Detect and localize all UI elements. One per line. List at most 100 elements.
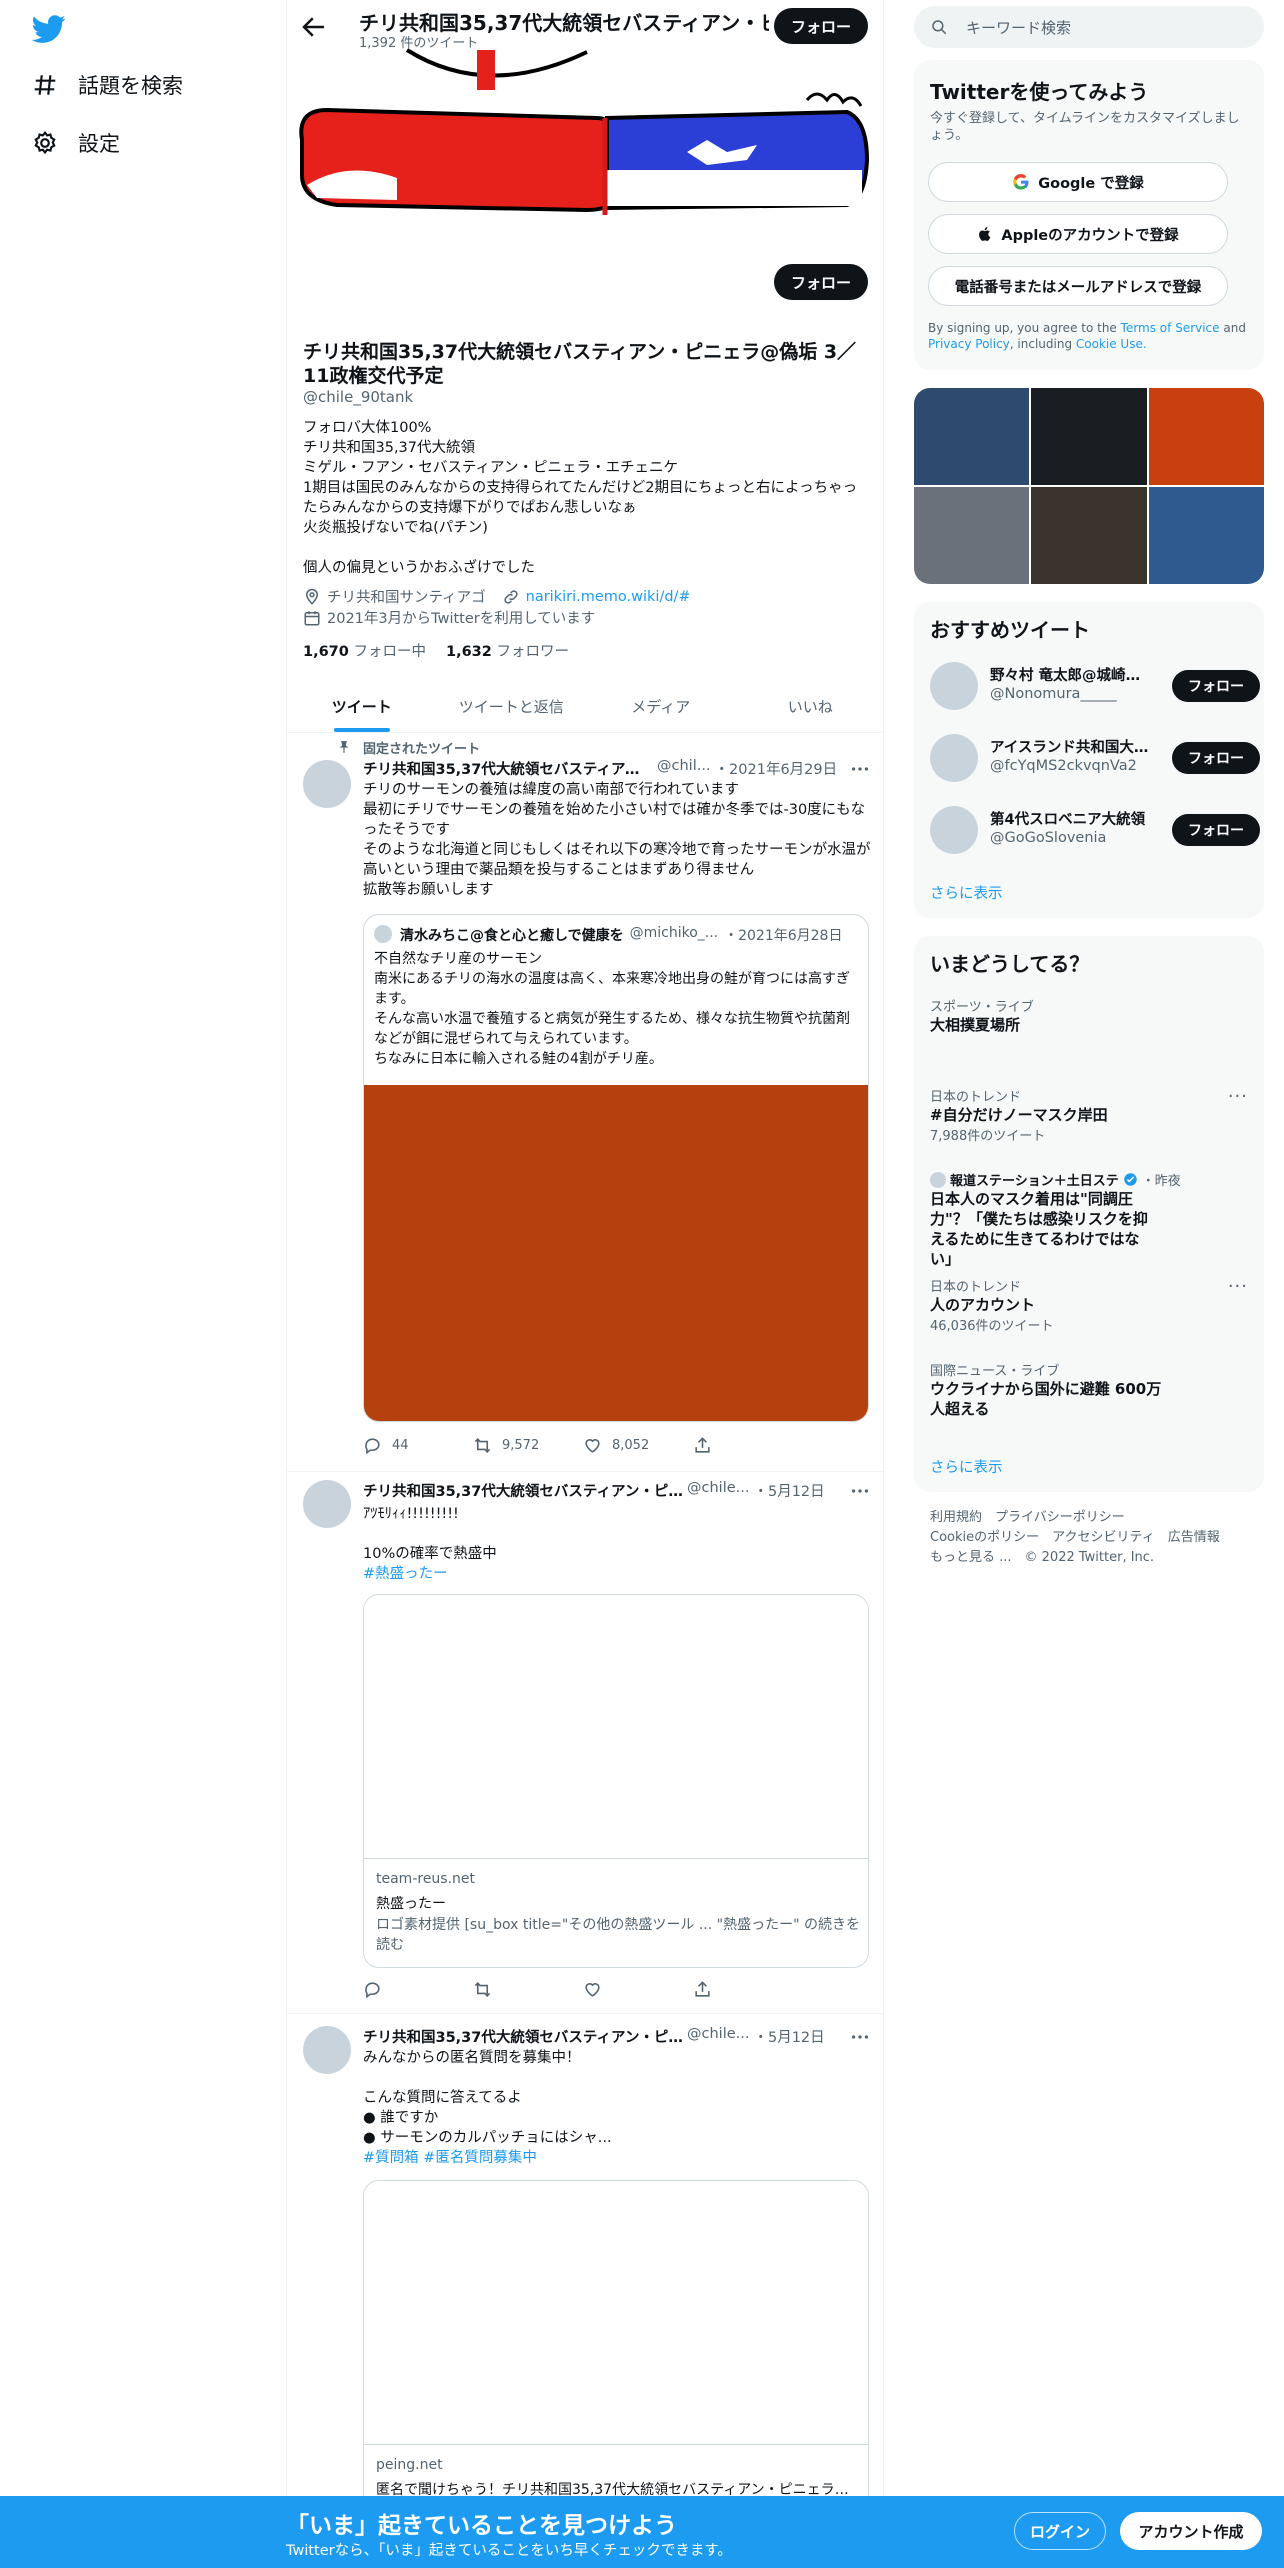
trend-item[interactable]: 報道ステーション＋土日ステ ・昨夜 日本人のマスク着用は"同調圧力"？「僕たちは…	[930, 1170, 1248, 1269]
recommended-user[interactable]: 第4代スロベニア大統領 @GoGoSlovenia フォロー	[930, 802, 1260, 858]
profile-column: チリ共和国35,37代大統領セバスティアン・ピニェラ@偽垢 3／11政権交代予定…	[286, 0, 884, 2568]
footer-line[interactable]: 利用規約 プライバシーポリシー	[930, 1508, 1260, 1528]
link-card[interactable]: team-reus.net 熱盛ったー ロゴ素材提供 [su_box title…	[363, 1594, 869, 1968]
login-button[interactable]: ログイン	[1014, 2512, 1106, 2550]
recommended-follow-button[interactable]: フォロー	[1172, 670, 1260, 702]
create-account-button[interactable]: アカウント作成	[1120, 2512, 1262, 2550]
recommended-user[interactable]: 野々村 竜太郎@城崎温泉 @Nonomura_____ フォロー	[930, 658, 1260, 714]
trend-title: 日本人のマスク着用は"同調圧力"？「僕たちは感染リスクを抑えるために生きてるわけ…	[930, 1190, 1148, 1268]
tweet-author-name[interactable]: チリ共和国35,37代大統領セバスティアン・ピニェラ@偽垢 3／11政権交代予定	[363, 2026, 683, 2047]
avatar[interactable]	[303, 2026, 351, 2074]
avatar[interactable]	[303, 760, 351, 808]
recommended-follow-button[interactable]: フォロー	[1172, 742, 1260, 774]
tab-tweets[interactable]: ツイート	[287, 680, 437, 732]
trend-count: 7,988件のツイート	[930, 1129, 1046, 1144]
search-input[interactable]: キーワード検索	[966, 17, 1071, 38]
header-follow-button[interactable]: フォロー	[774, 8, 868, 44]
cookie-link[interactable]: Cookie Use.	[1076, 337, 1147, 351]
trend-source: 報道ステーション＋土日ステ	[950, 1174, 1119, 1189]
nav-explore[interactable]: 話題を検索	[32, 70, 183, 100]
recommended-user[interactable]: アイスランド共和国大統領 @fcYqMS2ckvqnVa2 フォロー	[930, 730, 1260, 786]
recommended-show-more[interactable]: さらに表示	[930, 882, 1003, 903]
recommended-follow-button[interactable]: フォロー	[1172, 814, 1260, 846]
trend-item[interactable]: 国際ニュース・ライブ ウクライナから国外に避難 600万人超える	[930, 1360, 1248, 1419]
more-options-icon[interactable]	[849, 1480, 871, 1502]
quoted-date: ・2021年6月28日	[724, 928, 843, 944]
tweet-text: みんなからの匿名質問を募集中！ こんな質問に答えてるよ ● 誰ですか ● サーモ…	[363, 2050, 612, 2146]
profile-follow-button[interactable]: フォロー	[774, 264, 868, 300]
following-stat[interactable]: 1,670 フォロー中	[303, 640, 426, 661]
tab-tweets-replies[interactable]: ツイートと返信	[437, 680, 587, 732]
reply-button[interactable]	[363, 1980, 473, 1999]
trend-more-icon[interactable]: ···	[1228, 1276, 1248, 1297]
tweet-date[interactable]: ・5月12日	[753, 1480, 824, 1501]
footer-line[interactable]: もっと見る ... © 2022 Twitter, Inc.	[930, 1548, 1260, 1568]
retweet-button[interactable]: 9,572	[473, 1436, 583, 1455]
reply-button[interactable]: 44	[363, 1436, 473, 1455]
tab-likes[interactable]: いいね	[736, 680, 884, 732]
trend-title: #自分だけノーマスク岸田	[930, 1106, 1108, 1124]
link-card-image	[364, 2181, 868, 2445]
media-thumbnail[interactable]	[914, 487, 1030, 584]
followers-count: 1,632	[445, 644, 492, 660]
more-options-icon[interactable]	[849, 2026, 871, 2048]
share-button[interactable]	[693, 1436, 803, 1455]
profile-stats: 1,670 フォロー中 1,632 フォロワー	[303, 640, 569, 661]
media-thumbnail[interactable]	[1031, 487, 1147, 584]
twitter-logo-icon[interactable]	[32, 12, 66, 46]
tweet-header: チリ共和国35,37代大統領セバスティアン・ピニェラ@偽垢 3／11政権交代予定…	[363, 758, 873, 779]
link-card-title: 熱盛ったー	[376, 1896, 446, 1912]
avatar[interactable]	[303, 1480, 351, 1528]
footer-line[interactable]: Cookieのポリシー アクセシビリティ 広告情報	[930, 1528, 1260, 1548]
quoted-image[interactable]	[364, 1085, 868, 1421]
heart-icon	[585, 1439, 600, 1453]
trend-item[interactable]: 日本のトレンド #自分だけノーマスク岸田 7,988件のツイート ···	[930, 1086, 1248, 1144]
nav-settings[interactable]: 設定	[32, 128, 120, 158]
tweet-author-name[interactable]: チリ共和国35,37代大統領セバスティアン・ピニェラ@偽垢 3／11政権交代予定	[363, 1480, 683, 1501]
back-arrow-icon[interactable]	[299, 12, 329, 42]
bottom-bar-title: 「いま」起きていることを見つけよう	[286, 2513, 677, 2539]
tweet-hashtag[interactable]: #質問箱 #匿名質問募集中	[363, 2148, 873, 2168]
quoted-author-handle: @michiko_...	[629, 925, 719, 941]
tweet[interactable]: チリ共和国35,37代大統領セバスティアン・ピニェラ@偽垢 3／11政権交代予定…	[287, 2014, 883, 2568]
trend-item[interactable]: スポーツ・ライブ 大相撲夏場所	[930, 996, 1248, 1035]
retweet-button[interactable]	[473, 1980, 583, 1999]
media-thumbnail[interactable]	[914, 388, 1030, 485]
tweet-date[interactable]: ・2021年6月29日	[715, 758, 838, 779]
calendar-icon	[304, 610, 320, 625]
pinned-tweet[interactable]: 固定されたツイート チリ共和国35,37代大統領セバスティアン・ピニェラ@偽垢 …	[287, 734, 883, 1472]
trend-more-icon[interactable]: ···	[1228, 1086, 1248, 1107]
retweet-icon	[474, 1438, 491, 1453]
media-thumbnail[interactable]	[1148, 487, 1264, 584]
media-thumbnail[interactable]	[1031, 388, 1147, 485]
tweet-header: チリ共和国35,37代大統領セバスティアン・ピニェラ@偽垢 3／11政権交代予定…	[363, 1480, 873, 1501]
profile-joined-row: 2021年3月からTwitterを利用しています	[303, 607, 595, 628]
more-options-icon[interactable]	[849, 758, 871, 780]
like-button[interactable]	[583, 1980, 693, 1999]
search-box[interactable]: キーワード検索	[914, 6, 1264, 48]
hashtag-icon	[34, 75, 56, 95]
share-button[interactable]	[693, 1980, 803, 1999]
recommended-user-name: 第4代スロベニア大統領	[990, 812, 1146, 828]
quoted-tweet[interactable]: 清水みちこ@食と心と癒しで健康を @michiko_... ・2021年6月28…	[363, 914, 869, 1422]
tweet-date[interactable]: ・5月12日	[753, 2026, 824, 2047]
trend-title: ウクライナから国外に避難 600万人超える	[930, 1380, 1162, 1418]
tweet[interactable]: チリ共和国35,37代大統領セバスティアン・ピニェラ@偽垢 3／11政権交代予定…	[287, 1472, 883, 2014]
phone-email-signup-button[interactable]: 電話番号またはメールアドレスで登録	[928, 266, 1228, 306]
terms-link[interactable]: Terms of Service	[1121, 321, 1220, 335]
apple-signup-button[interactable]: Appleのアカウントで登録	[928, 214, 1228, 254]
google-signup-button[interactable]: Google で登録	[928, 162, 1228, 202]
tweet-author-name[interactable]: チリ共和国35,37代大統領セバスティアン・ピニェラ@偽垢 3／11政権交代予定	[363, 758, 653, 779]
privacy-link[interactable]: Privacy Policy	[928, 337, 1010, 351]
like-button[interactable]: 8,052	[583, 1436, 693, 1455]
link-card[interactable]: peing.net 匿名で聞けちゃう！チリ共和国35,37代大統領セバスティアン…	[363, 2180, 869, 2510]
trends-show-more[interactable]: さらに表示	[930, 1456, 1003, 1477]
trend-item[interactable]: 日本のトレンド 人のアカウント 46,036件のツイート ···	[930, 1276, 1248, 1334]
heart-icon	[585, 1983, 600, 1997]
profile-website-link[interactable]: narikiri.memo.wiki/d/#	[526, 589, 691, 605]
retweet-icon	[474, 1982, 491, 1997]
tab-media[interactable]: メディア	[586, 680, 736, 732]
tweet-hashtag[interactable]: #熱盛ったー	[363, 1564, 873, 1584]
followers-stat[interactable]: 1,632 フォロワー	[446, 640, 569, 661]
media-thumbnail[interactable]	[1148, 388, 1264, 485]
